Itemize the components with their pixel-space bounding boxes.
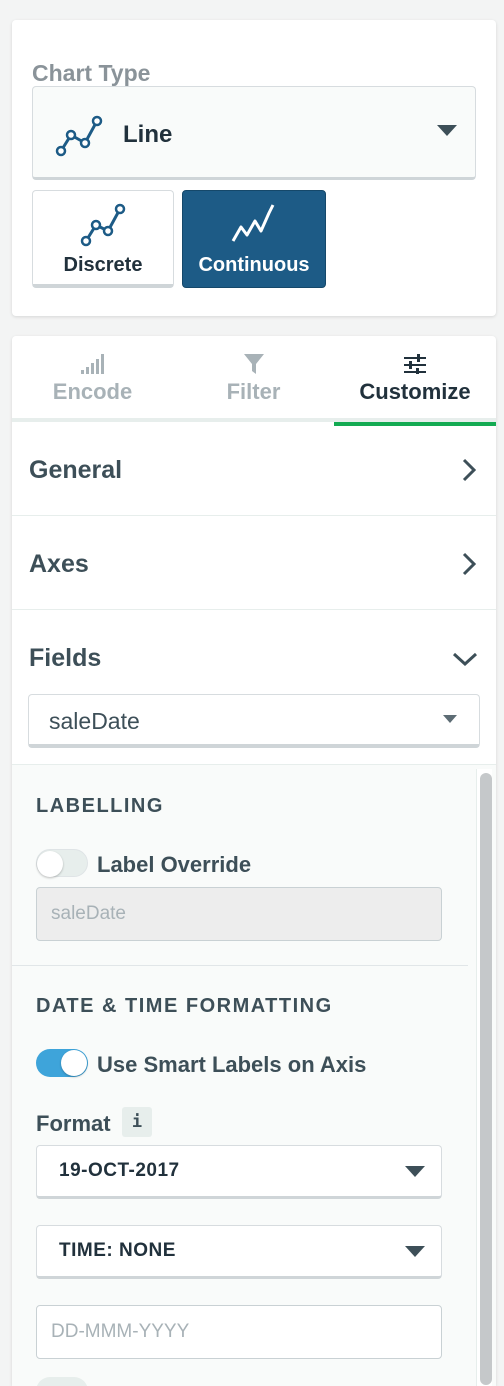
smart-labels-label: Use Smart Labels on Axis	[97, 1052, 367, 1077]
custom-format-input[interactable]	[36, 1305, 442, 1359]
field-dropdown-value: saleDate	[49, 708, 140, 734]
sliders-icon	[404, 354, 426, 374]
caret-down-icon	[405, 1246, 425, 1257]
chevron-right-icon	[462, 458, 476, 482]
caret-down-icon	[405, 1166, 425, 1177]
tab-filter-label: Filter	[226, 379, 281, 404]
chevron-right-icon	[462, 552, 476, 576]
chevron-down-icon	[452, 652, 478, 666]
divider	[12, 965, 468, 966]
smart-labels-toggle[interactable]	[36, 1049, 88, 1077]
caret-down-icon	[443, 715, 457, 723]
toggle-knob	[37, 851, 63, 877]
discrete-line-icon	[80, 203, 126, 247]
date-format-dropdown[interactable]: 19-OCT-2017	[36, 1145, 442, 1199]
format-label: Format	[36, 1111, 111, 1136]
date-time-heading: DATE & TIME FORMATTING	[36, 995, 333, 1017]
continuous-line-icon	[231, 204, 275, 242]
section-fields-title: Fields	[29, 644, 102, 672]
chart-type-selected: Line	[123, 121, 173, 148]
chart-type-heading: Chart Type	[32, 60, 151, 86]
section-axes[interactable]: Axes	[12, 516, 496, 610]
time-format-dropdown[interactable]: TIME: NONE	[36, 1225, 442, 1279]
caret-down-icon	[437, 125, 457, 136]
labelling-heading: LABELLING	[36, 795, 164, 817]
field-options-scroll[interactable]: LABELLING Label Override DATE & TIME FOR…	[12, 764, 496, 1386]
chart-type-card: Chart Type Line Discrete Continuous	[12, 20, 496, 316]
label-override-input[interactable]	[36, 887, 442, 941]
signal-bars-icon	[80, 354, 104, 374]
section-axes-title: Axes	[29, 550, 89, 578]
tab-customize-label: Customize	[359, 379, 471, 404]
settings-panel: Encode Filter Customize General Axes Fie…	[12, 336, 496, 1386]
partial-toggle[interactable]	[36, 1377, 88, 1386]
time-format-value: TIME: NONE	[59, 1240, 176, 1261]
tab-encode-label: Encode	[52, 379, 133, 404]
discrete-label: Discrete	[63, 254, 143, 276]
field-dropdown[interactable]: saleDate	[28, 694, 480, 748]
tab-filter[interactable]: Filter	[173, 336, 334, 422]
continuous-label: Continuous	[198, 254, 310, 276]
continuous-button[interactable]: Continuous	[182, 190, 326, 288]
tab-encode[interactable]: Encode	[12, 336, 173, 422]
discrete-button[interactable]: Discrete	[32, 190, 174, 288]
section-fields[interactable]: Fields	[12, 610, 496, 690]
date-format-value: 19-OCT-2017	[59, 1160, 180, 1181]
label-override-label: Label Override	[97, 852, 252, 877]
funnel-icon	[243, 354, 264, 374]
toggle-knob	[61, 1050, 87, 1076]
section-general[interactable]: General	[12, 422, 496, 516]
scrollbar-thumb[interactable]	[480, 773, 492, 1385]
line-chart-icon	[55, 115, 103, 157]
info-icon[interactable]: i	[122, 1107, 152, 1137]
tab-bar: Encode Filter Customize	[12, 336, 496, 426]
label-override-toggle[interactable]	[36, 849, 88, 877]
section-general-title: General	[29, 456, 123, 484]
tab-customize[interactable]: Customize	[334, 336, 496, 426]
chart-type-dropdown[interactable]: Line	[32, 86, 476, 180]
scrollbar[interactable]	[476, 769, 492, 1386]
